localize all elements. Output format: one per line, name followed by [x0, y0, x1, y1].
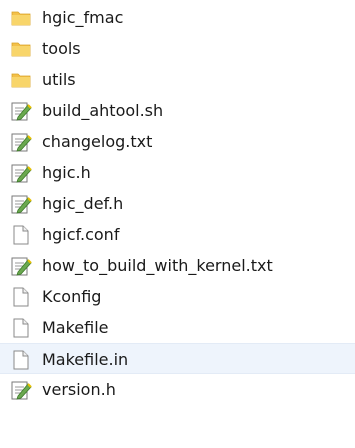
file-name: build_ahtool.sh — [42, 101, 164, 120]
file-list: hgic_fmac tools utils build_ahtool.sh ch… — [0, 0, 355, 448]
file-name: Kconfig — [42, 287, 102, 306]
file-name: utils — [42, 70, 76, 89]
file-name: hgic_fmac — [42, 8, 124, 27]
text-document-icon — [10, 379, 32, 401]
file-name: tools — [42, 39, 81, 58]
file-item-version-h[interactable]: version.h — [0, 374, 355, 405]
file-item-build-ahtool-sh[interactable]: build_ahtool.sh — [0, 95, 355, 126]
file-item-how-to-build-with-kernel-txt[interactable]: how_to_build_with_kernel.txt — [0, 250, 355, 281]
folder-icon — [10, 7, 32, 29]
blank-file-icon — [10, 286, 32, 308]
text-document-icon — [10, 100, 32, 122]
file-name: hgicf.conf — [42, 225, 120, 244]
file-item-hgic-def-h[interactable]: hgic_def.h — [0, 188, 355, 219]
file-name: version.h — [42, 380, 116, 399]
file-name: Makefile.in — [42, 350, 129, 369]
text-document-icon — [10, 131, 32, 153]
blank-file-icon — [10, 317, 32, 339]
file-item-hgicf-conf[interactable]: hgicf.conf — [0, 219, 355, 250]
file-name: how_to_build_with_kernel.txt — [42, 256, 273, 275]
file-name: hgic_def.h — [42, 194, 124, 213]
file-name: Makefile — [42, 318, 109, 337]
file-name: changelog.txt — [42, 132, 153, 151]
file-item-hgic-fmac[interactable]: hgic_fmac — [0, 2, 355, 33]
text-document-icon — [10, 255, 32, 277]
blank-file-icon — [10, 349, 32, 371]
file-item-utils[interactable]: utils — [0, 64, 355, 95]
file-item-makefile[interactable]: Makefile — [0, 312, 355, 343]
folder-icon — [10, 38, 32, 60]
file-item-makefile-in[interactable]: Makefile.in — [0, 343, 355, 374]
text-document-icon — [10, 162, 32, 184]
folder-icon — [10, 69, 32, 91]
text-document-icon — [10, 193, 32, 215]
file-item-changelog-txt[interactable]: changelog.txt — [0, 126, 355, 157]
file-name: hgic.h — [42, 163, 91, 182]
blank-file-icon — [10, 224, 32, 246]
file-item-hgic-h[interactable]: hgic.h — [0, 157, 355, 188]
file-item-kconfig[interactable]: Kconfig — [0, 281, 355, 312]
file-item-tools[interactable]: tools — [0, 33, 355, 64]
